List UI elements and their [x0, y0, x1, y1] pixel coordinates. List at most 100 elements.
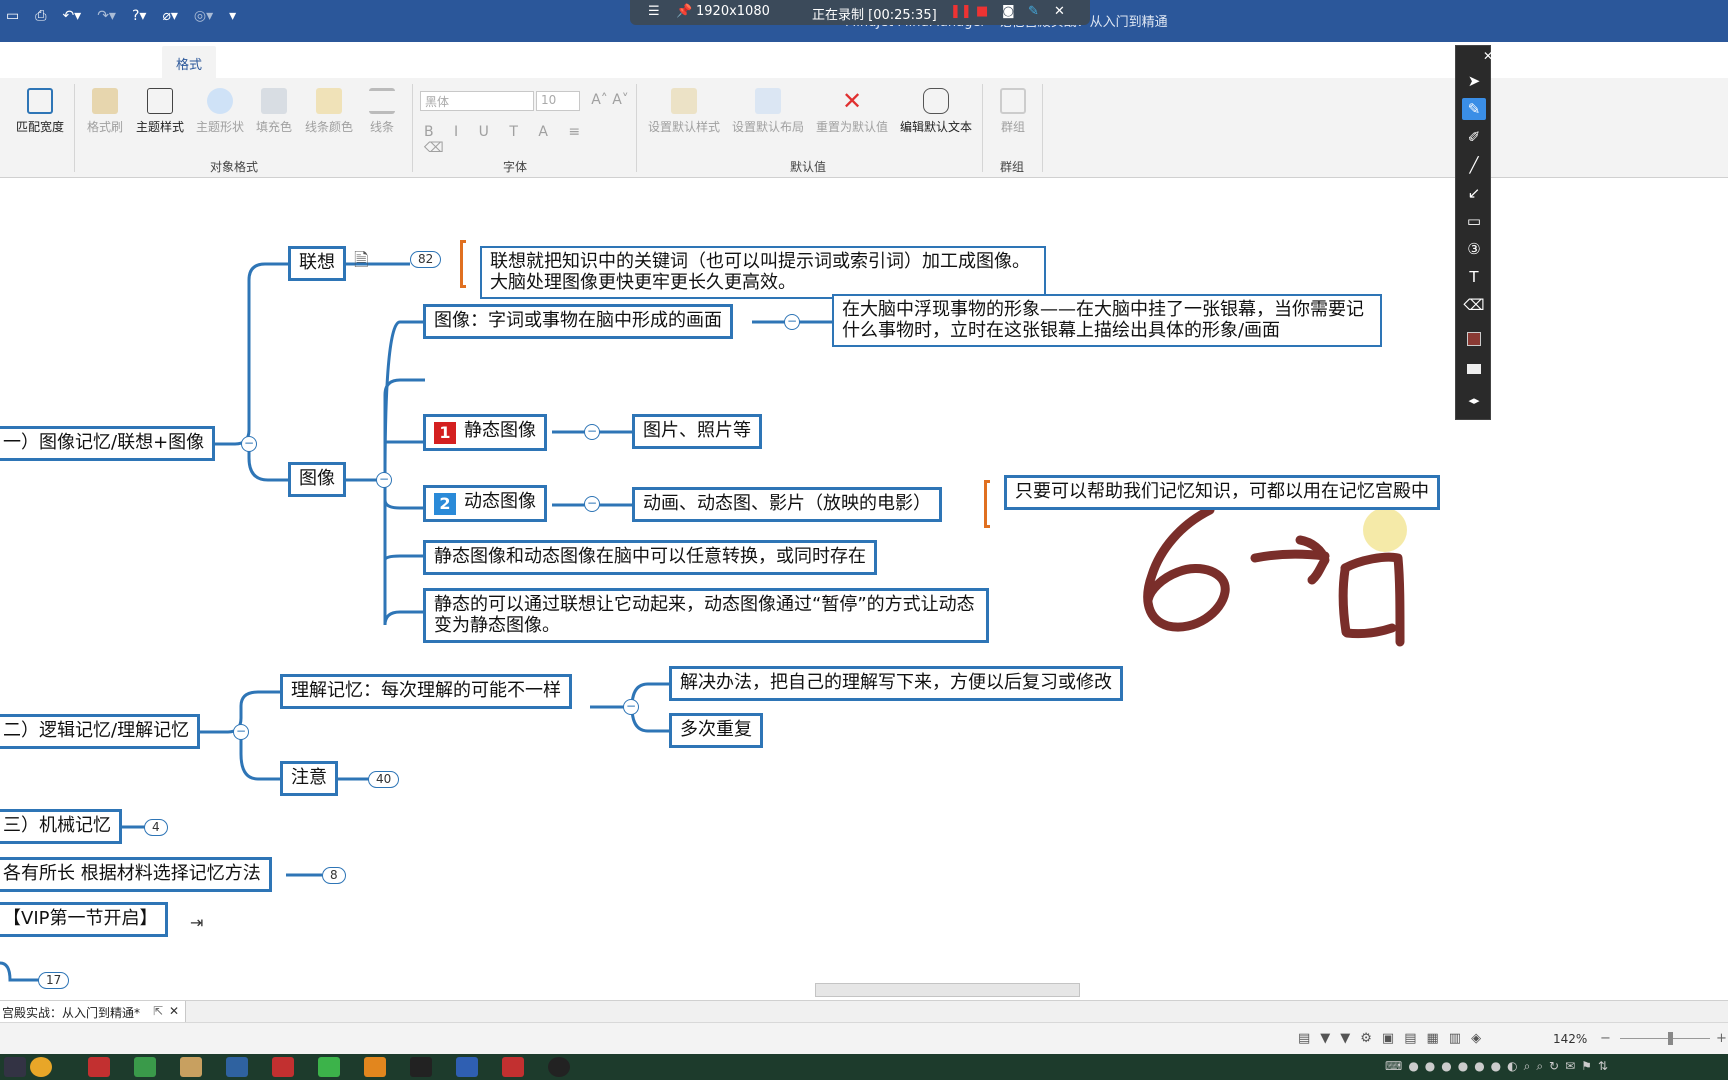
- stop-icon[interactable]: ■: [976, 4, 988, 19]
- app-icon[interactable]: [272, 1057, 294, 1077]
- theme-style-button[interactable]: 主题样式: [134, 88, 186, 135]
- record-icon[interactable]: [548, 1057, 570, 1077]
- highlighter-icon[interactable]: ✐: [1462, 126, 1486, 148]
- topic-convert[interactable]: 静态图像和动态图像在脑中可以任意转换，或同时存在: [423, 540, 877, 575]
- mechanical-count[interactable]: 4: [144, 819, 168, 836]
- customize-icon[interactable]: ▾: [223, 6, 242, 26]
- restore-icon[interactable]: ⇱: [153, 1004, 163, 1018]
- tab-4[interactable]: 高级: [216, 46, 270, 78]
- find-button[interactable]: 查找: [1628, 53, 1654, 72]
- static-examples[interactable]: 图片、照片等: [632, 414, 762, 449]
- line-color-button[interactable]: 线条颜色: [302, 88, 356, 135]
- app-icon[interactable]: [410, 1057, 432, 1077]
- topic-image-definition[interactable]: 图像：字词或事物在脑中形成的画面: [423, 304, 733, 339]
- topic-pause[interactable]: 静态的可以通过联想让它动起来，动态图像通过“暂停”的方式让动态变为静态图像。: [423, 588, 989, 644]
- expand-icon[interactable]: ◂▸: [1462, 390, 1486, 412]
- topic-understanding[interactable]: 理解记忆：每次理解的可能不一样: [280, 674, 572, 709]
- pause-icon[interactable]: ❚❚: [950, 4, 972, 19]
- eraser-icon[interactable]: ⌫: [1462, 294, 1486, 316]
- bottom-count[interactable]: 17: [38, 972, 70, 989]
- rectangle-icon[interactable]: ▭: [1462, 210, 1486, 232]
- collapse-toggle[interactable]: −: [584, 424, 600, 440]
- chrome-icon[interactable]: [30, 1057, 52, 1077]
- format-painter-button[interactable]: 格式刷: [82, 88, 128, 135]
- fill-color-button[interactable]: 填充色: [254, 88, 294, 135]
- close-icon[interactable]: ✕: [1054, 4, 1065, 19]
- settings-icon[interactable]: ◎▾: [188, 6, 219, 26]
- arrow-icon[interactable]: ↙: [1462, 182, 1486, 204]
- wechat-icon[interactable]: [318, 1057, 340, 1077]
- search-app-icon[interactable]: [364, 1057, 386, 1077]
- redo-icon[interactable]: ↷▾: [91, 6, 122, 26]
- zoom-thumb[interactable]: [1668, 1032, 1673, 1045]
- line-icon[interactable]: ╱: [1462, 154, 1486, 176]
- font-styles[interactable]: B I U T A ≡ ⌫: [424, 124, 624, 156]
- tab-0[interactable]: 插入: [0, 46, 54, 78]
- app-icon[interactable]: [502, 1057, 524, 1077]
- document-tab[interactable]: 宫殿实战：从入门到精通* ⇱ ✕: [0, 1001, 186, 1022]
- close-icon[interactable]: ✕: [1476, 45, 1500, 67]
- edit-default-text-button[interactable]: 编辑默认文本: [898, 88, 974, 135]
- reset-default-button[interactable]: ✕ 重置为默认值: [814, 88, 890, 135]
- topic-image[interactable]: 图像: [288, 462, 346, 497]
- tab-2[interactable]: 设计: [108, 46, 162, 78]
- repeat-note[interactable]: 多次重复: [669, 713, 763, 748]
- topic-mechanical[interactable]: 三）机械记忆: [0, 809, 122, 844]
- topic-dynamic-image[interactable]: 2 动态图像: [423, 485, 547, 522]
- number-icon[interactable]: ③: [1462, 238, 1486, 260]
- line-button[interactable]: 线条: [364, 88, 400, 135]
- tray-icons[interactable]: ⌨●●●●●●◐⌕⌕↻✉⚑⇅: [1385, 1059, 1614, 1074]
- font-name-select[interactable]: 黑体: [420, 91, 534, 111]
- collapse-toggle[interactable]: −: [623, 699, 639, 715]
- attention-count[interactable]: 40: [368, 771, 400, 788]
- camera-icon[interactable]: ◙: [1002, 4, 1015, 19]
- pen-icon[interactable]: ✎: [1028, 4, 1039, 19]
- format-icon[interactable]: ⌀▾: [156, 6, 183, 26]
- save-icon[interactable]: ▭: [0, 6, 25, 26]
- horizontal-scrollbar[interactable]: [815, 983, 1080, 997]
- collapse-toggle[interactable]: −: [584, 496, 600, 512]
- app-icon[interactable]: [88, 1057, 110, 1077]
- tab-5[interactable]: 审阅: [270, 46, 324, 78]
- match-width-button[interactable]: 匹配宽度: [14, 88, 66, 135]
- font-grow-shrink[interactable]: A˄ A˅: [590, 92, 630, 108]
- set-default-layout-button[interactable]: 设置默认布局: [730, 88, 806, 135]
- topic-attention[interactable]: 注意: [280, 761, 338, 796]
- tab-1[interactable]: 任务: [54, 46, 108, 78]
- topic-logic-memory[interactable]: 二）逻辑记忆/理解记忆: [0, 714, 201, 749]
- topic-choose[interactable]: 各有所长 根据材料选择记忆方法: [0, 857, 272, 892]
- app-icon[interactable]: [456, 1057, 478, 1077]
- app-icon[interactable]: [134, 1057, 156, 1077]
- dynamic-examples[interactable]: 动画、动态图、影片（放映的电影）: [632, 487, 942, 522]
- app-icon[interactable]: [226, 1057, 248, 1077]
- help-icon[interactable]: ?▾: [126, 6, 152, 26]
- collapse-toggle[interactable]: −: [784, 314, 800, 330]
- solution-note[interactable]: 解决办法，把自己的理解写下来，方便以后复习或修改: [669, 666, 1123, 701]
- pointer-icon[interactable]: ➤: [1462, 70, 1486, 92]
- topic-static-image[interactable]: 1 静态图像: [423, 414, 547, 451]
- background-swatch[interactable]: [1462, 358, 1486, 380]
- pen-icon[interactable]: ✎: [1462, 98, 1486, 120]
- collapse-toggle[interactable]: −: [233, 724, 249, 740]
- group-button[interactable]: 群组: [990, 88, 1036, 135]
- tab-3[interactable]: 格式: [162, 46, 217, 78]
- set-default-style-button[interactable]: 设置默认样式: [646, 88, 722, 135]
- close-icon[interactable]: ✕: [169, 1004, 179, 1018]
- association-note[interactable]: 联想就把知识中的关键词（也可以叫提示词或索引词）加工成图像。大脑处理图像更快更牢…: [480, 246, 1046, 300]
- choose-count[interactable]: 8: [322, 867, 346, 884]
- color-swatch[interactable]: [1462, 330, 1486, 352]
- theme-shape-button[interactable]: 主题形状: [194, 88, 246, 135]
- zoom-in-icon[interactable]: +: [1716, 1031, 1727, 1046]
- text-icon[interactable]: T: [1462, 266, 1486, 288]
- zoom-slider[interactable]: [1620, 1038, 1710, 1039]
- topic-association[interactable]: 联想: [288, 246, 346, 281]
- status-icons[interactable]: ▤▼▼⚙▣▤▦▥◈: [1298, 1031, 1491, 1046]
- undo-icon[interactable]: ↶▾: [56, 6, 87, 26]
- dynamic-note[interactable]: 只要可以帮助我们记忆知识，可都以用在记忆宫殿中: [1004, 475, 1440, 510]
- tab-7[interactable]: 帮助: [378, 46, 432, 78]
- association-count[interactable]: 82: [410, 251, 442, 268]
- topic-vip[interactable]: 【VIP第一节开启】: [0, 902, 169, 937]
- pin-icon[interactable]: 📌: [676, 4, 692, 19]
- menu-icon[interactable]: ☰: [648, 4, 660, 19]
- font-size-select[interactable]: 10: [536, 91, 580, 111]
